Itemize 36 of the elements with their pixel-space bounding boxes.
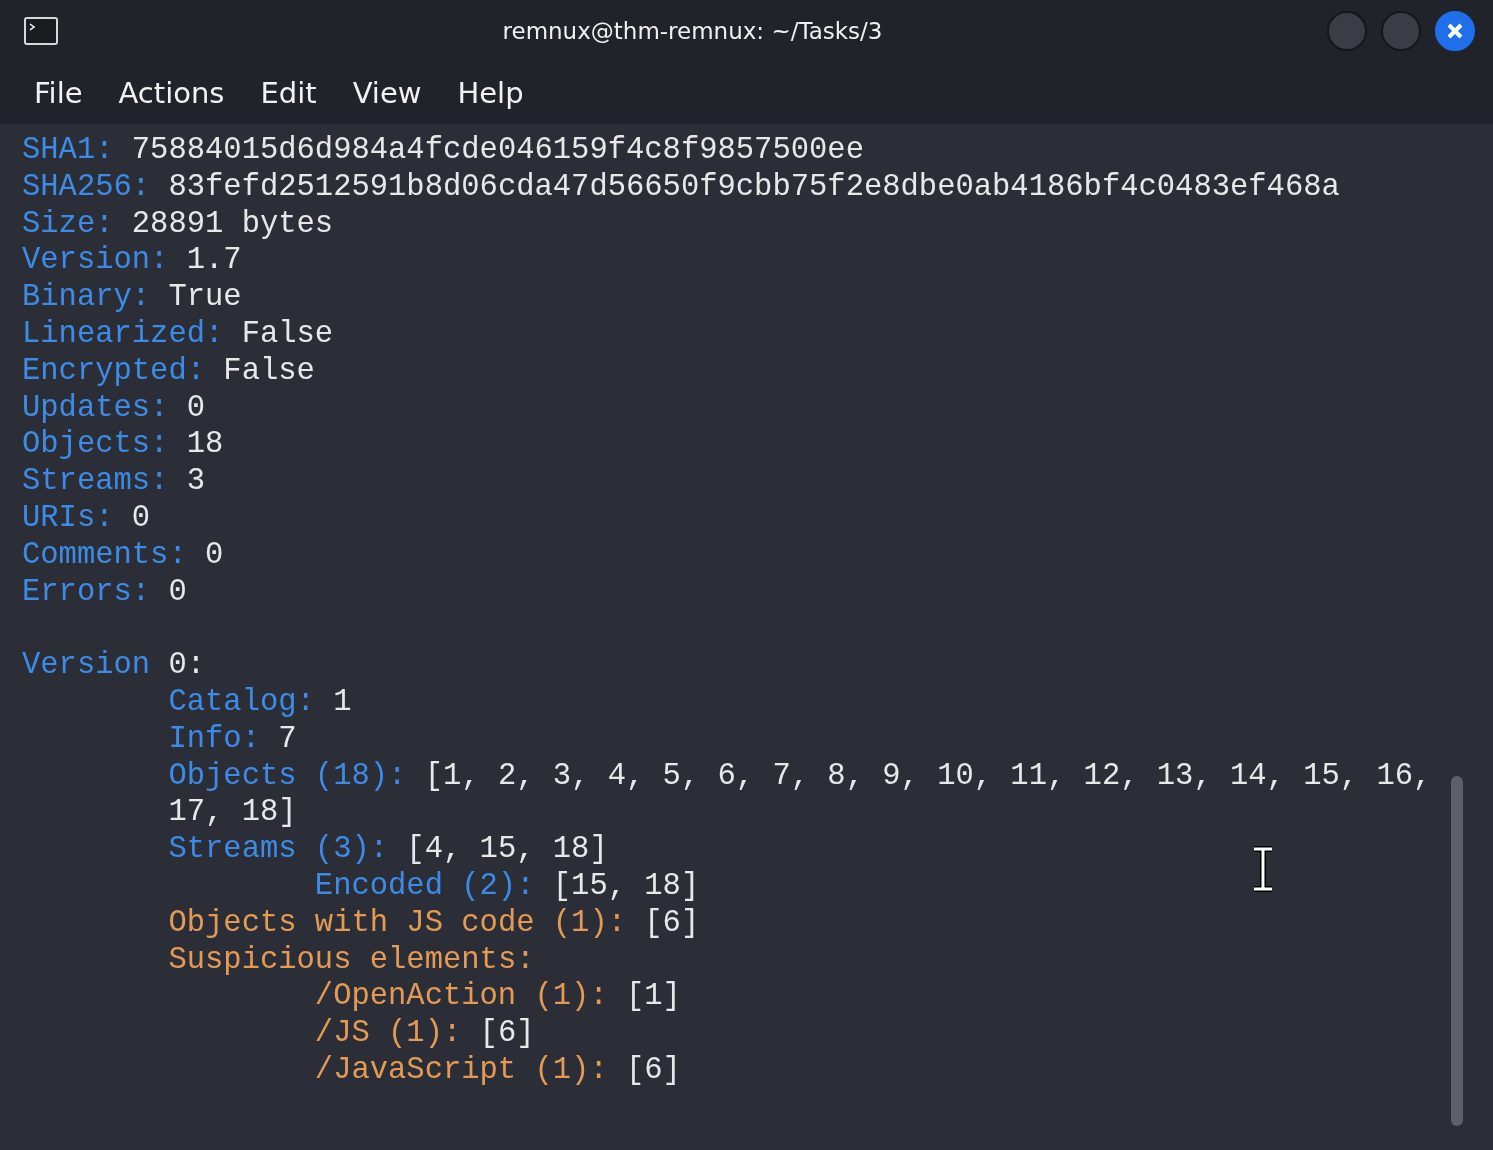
menu-item[interactable]: View [338,72,436,114]
output-line: Catalog: 1 [168,683,352,721]
output-line: Info: 7 [168,720,297,758]
output-line: Version: 1.7 [22,242,242,280]
menu-item[interactable]: Help [443,72,538,114]
close-button[interactable] [1435,11,1475,51]
menu-item[interactable]: Edit [246,72,331,114]
menu-item[interactable]: Actions [104,72,239,114]
output-line: Version 0: [22,647,206,684]
output-line: /JavaScript (1): [6] [314,1051,681,1089]
menu-item[interactable]: File [20,72,97,114]
minimize-button[interactable] [1327,11,1367,51]
output-line: Encoded (2): [15, 18] [314,867,700,905]
output-line: Encrypted: False [22,352,315,390]
output-line: Errors: 0 [22,573,187,611]
output-line: SHA256: 83fefd2512591b8d06cda47d56650f9cbb75f2e8dbe0ab4186bf4c0483ef468a [22,168,1340,206]
scrollbar[interactable] [1451,776,1463,1126]
output-line: SHA1: 75884015d6d984a4fcde046159f4c8f9857500ee [22,132,864,169]
window-title: remnux@thm-remnux: ~/Tasks/3 [501,18,884,44]
output-line: Streams (3): [4, 15, 18] [168,831,608,868]
output-line: Objects: 18 [22,426,224,464]
output-line: Binary: True [22,279,242,316]
terminal-icon [24,17,58,45]
output-line: Objects with JS code (1): [6] [168,904,700,942]
output-line: Comments: 0 [22,536,224,574]
output-line: Suspicious elements: [168,941,535,979]
output-line: Objects (18): [1, 2, 3, 4, 5, 6, 7, 8, 9, 10, 11, 12, 13, 14, 15, 16, 17, 18] [168,757,1433,832]
output-line: Size: 28891 bytes [22,205,334,243]
output-line: /OpenAction (1): [1] [314,978,681,1016]
output-line: Updates: 0 [22,389,206,427]
output-line: URIs: 0 [22,499,151,537]
output-line: Streams: 3 [22,463,206,500]
close-icon [1446,22,1464,40]
output-line: /JS (1): [6] [314,1015,535,1052]
output-line: Linearized: False [22,316,334,353]
maximize-button[interactable] [1381,11,1421,51]
